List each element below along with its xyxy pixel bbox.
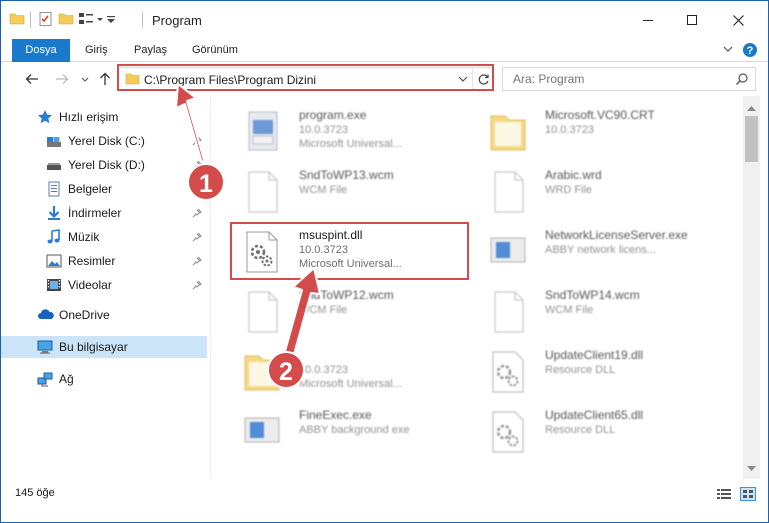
file-highlight-box — [230, 222, 469, 280]
drive-icon — [46, 133, 62, 149]
recent-locations-icon[interactable] — [76, 70, 94, 88]
nav-item-quick-access[interactable]: Hızlı erişim — [1, 106, 207, 128]
tiles-view-icon[interactable] — [740, 487, 756, 504]
documents-icon — [46, 181, 62, 197]
up-button[interactable] — [96, 70, 114, 88]
customize-toolbar-icon[interactable] — [105, 11, 117, 29]
help-icon[interactable]: ? — [742, 42, 758, 61]
details-view-icon[interactable] — [716, 487, 732, 504]
view-options-icon[interactable] — [78, 11, 104, 29]
nav-item-this-pc[interactable]: Bu bilgisayar — [1, 336, 207, 358]
scroll-down-icon[interactable] — [747, 461, 756, 475]
computer-icon — [37, 339, 53, 355]
search-box[interactable] — [502, 67, 756, 91]
network-icon — [37, 371, 53, 387]
tab-view[interactable]: Görünüm — [192, 39, 238, 62]
drive-icon — [46, 157, 62, 173]
nav-item-local-disk-d[interactable]: Yerel Disk (D:) — [1, 154, 207, 176]
file-tile[interactable]: UpdateClient65.dll Resource DLL — [477, 402, 713, 460]
file-tile[interactable]: UpdateClient19.dll Resource DLL — [477, 342, 713, 400]
address-highlight-box — [117, 64, 494, 91]
window-title: Program — [152, 13, 202, 28]
file-tile[interactable]: SndToWP13.wcm WCM File — [231, 162, 467, 220]
scroll-thumb[interactable] — [745, 116, 758, 162]
folder-icon — [485, 108, 531, 156]
file-tile[interactable]: SndToWP14.wcm WCM File — [477, 282, 713, 340]
scroll-up-icon[interactable] — [747, 100, 756, 114]
folder-icon[interactable] — [9, 11, 25, 29]
pin-icon[interactable] — [192, 255, 202, 269]
dll-icon — [485, 348, 531, 396]
maximize-button[interactable] — [669, 1, 715, 39]
nav-item-downloads[interactable]: İndirmeler — [1, 202, 207, 224]
step-badge-2: 2 — [267, 351, 305, 389]
nav-item-documents[interactable]: Belgeler — [1, 178, 207, 200]
exe-icon — [239, 108, 285, 156]
file-tile[interactable]: FineExec.exe ABBY background exe — [231, 402, 467, 460]
download-icon — [46, 205, 62, 221]
close-button[interactable] — [715, 1, 761, 39]
pin-icon[interactable] — [192, 231, 202, 245]
pin-icon[interactable] — [192, 279, 202, 293]
new-folder-icon[interactable] — [58, 11, 74, 29]
nav-item-pictures[interactable]: Resimler — [1, 250, 207, 272]
step-badge-1: 1 — [187, 163, 225, 201]
file-tile[interactable]: Microsoft.VC90.CRT 10.0.3723 — [477, 102, 713, 160]
nav-item-local-disk-c[interactable]: Yerel Disk (C:) — [1, 130, 207, 152]
expand-ribbon-icon[interactable] — [722, 42, 734, 59]
pictures-icon — [46, 253, 62, 269]
forward-button[interactable] — [53, 70, 71, 88]
back-button[interactable] — [23, 70, 41, 88]
videos-icon — [46, 277, 62, 293]
search-icon[interactable] — [735, 72, 749, 89]
file-icon — [485, 168, 531, 216]
search-input[interactable] — [513, 72, 713, 86]
file-tile[interactable]: program.exe 10.0.3723 Microsoft Universa… — [231, 102, 467, 160]
tab-home[interactable]: Giriş — [85, 39, 108, 62]
file-tile[interactable]: NetworkLicenseServer.exe ABBY network li… — [477, 222, 713, 280]
onedrive-icon — [37, 307, 54, 323]
item-count: 145 öğe — [15, 487, 55, 499]
nav-item-music[interactable]: Müzik — [1, 226, 207, 248]
tab-file[interactable]: Dosya — [12, 39, 70, 62]
app-icon — [485, 228, 531, 276]
svg-text:?: ? — [747, 45, 754, 57]
tab-share[interactable]: Paylaş — [134, 39, 167, 62]
file-tile[interactable]: Arabic.wrd WRD File — [477, 162, 713, 220]
title-bar: Program — [1, 1, 768, 39]
file-tile[interactable]: SndToWP12.wcm WCM File — [231, 282, 467, 340]
navigation-pane: Hızlı erişim Yerel Disk (C:) Yerel Disk … — [1, 96, 210, 479]
music-icon — [46, 229, 62, 245]
properties-icon[interactable] — [38, 11, 54, 29]
pin-icon[interactable] — [192, 135, 202, 149]
app-icon — [239, 408, 285, 456]
dll-icon — [485, 408, 531, 456]
file-icon — [239, 288, 285, 336]
status-bar: 145 öğe — [1, 479, 768, 522]
nav-item-videos[interactable]: Videolar — [1, 274, 207, 296]
ribbon: Dosya Giriş Paylaş Görünüm ? — [1, 39, 768, 62]
file-icon — [485, 288, 531, 336]
pin-icon[interactable] — [192, 207, 202, 221]
star-icon — [37, 109, 53, 125]
file-list: program.exe 10.0.3723 Microsoft Universa… — [215, 96, 742, 479]
nav-item-network[interactable]: Ağ — [1, 368, 207, 390]
nav-item-onedrive[interactable]: OneDrive — [1, 304, 207, 326]
file-icon — [239, 168, 285, 216]
minimize-button[interactable] — [625, 1, 671, 39]
vertical-scrollbar[interactable] — [743, 96, 760, 479]
